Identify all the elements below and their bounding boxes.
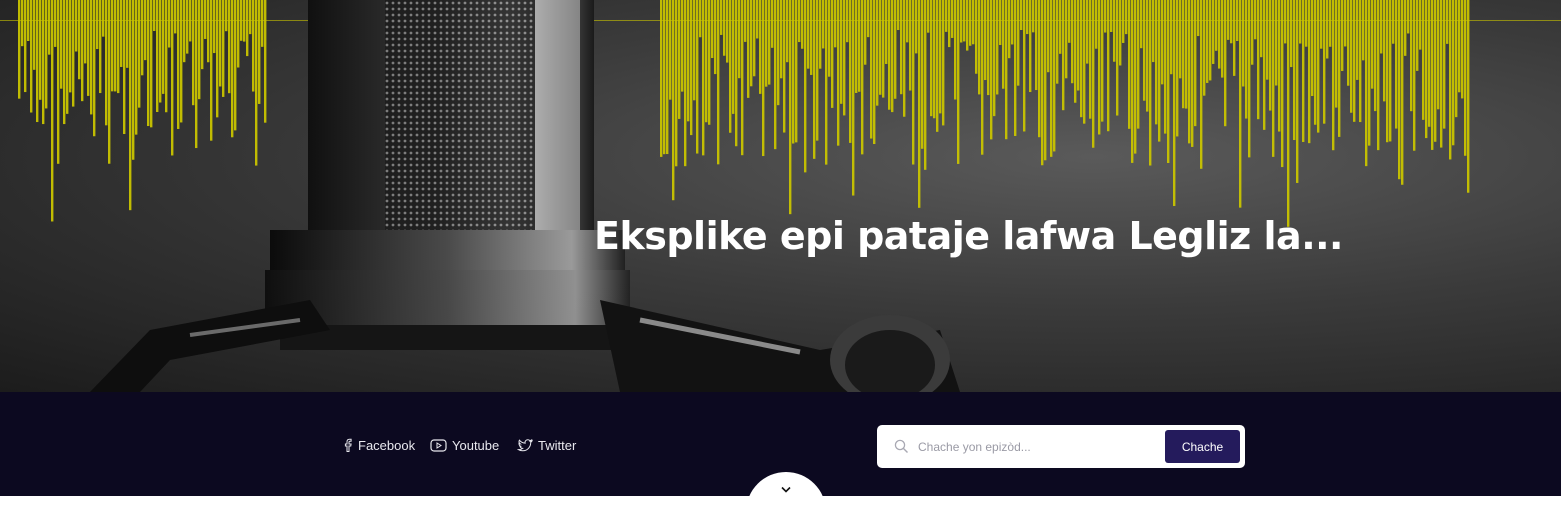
search-icon xyxy=(894,439,909,459)
twitter-link[interactable]: Twitter xyxy=(517,436,576,454)
episode-search-form: Chache xyxy=(877,425,1245,468)
twitter-icon xyxy=(517,438,533,452)
twitter-label: Twitter xyxy=(538,437,577,453)
facebook-icon xyxy=(343,438,353,452)
facebook-link[interactable]: Facebook xyxy=(343,436,415,454)
episode-search-input[interactable] xyxy=(918,434,1158,460)
hero-title: Eksplike epi pataje lafwa Legliz la... xyxy=(594,214,1344,258)
youtube-icon xyxy=(430,438,447,452)
hero-banner: Eksplike epi pataje lafwa Legliz la... xyxy=(0,0,1561,392)
youtube-link[interactable]: Youtube xyxy=(430,436,499,454)
search-button[interactable]: Chache xyxy=(1165,430,1240,463)
microphone-waveform-image xyxy=(0,0,1561,392)
youtube-label: Youtube xyxy=(452,437,500,453)
facebook-label: Facebook xyxy=(358,437,416,453)
